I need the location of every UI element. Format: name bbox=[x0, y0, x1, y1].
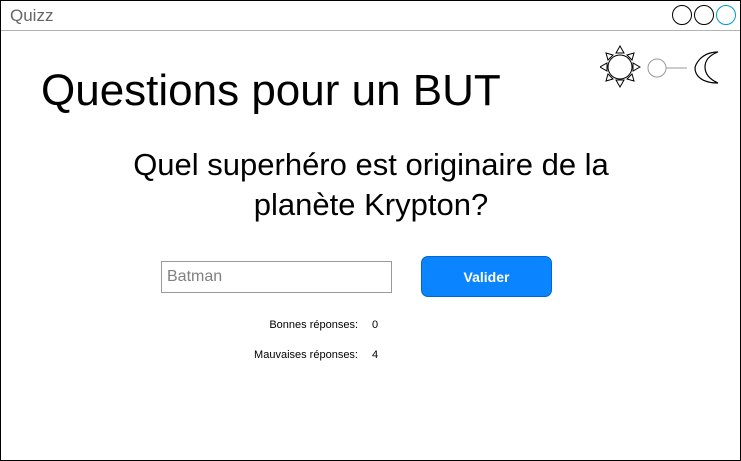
answer-input[interactable] bbox=[161, 261, 392, 293]
window-controls bbox=[672, 5, 736, 25]
app-window: Quizz Questions pour un BUT Quel superhé… bbox=[0, 0, 741, 461]
maximize-button[interactable] bbox=[694, 5, 714, 25]
close-button[interactable] bbox=[716, 5, 736, 25]
submit-button[interactable]: Valider bbox=[421, 256, 552, 297]
title-bar: Quizz bbox=[1, 1, 740, 31]
good-answers-label: Bonnes réponses: bbox=[269, 319, 358, 331]
bad-answers-label: Mauvaises réponses: bbox=[254, 349, 358, 361]
good-answers-value: 0 bbox=[372, 319, 379, 331]
window-title: Quizz bbox=[10, 6, 54, 25]
question-text: Quel superhéro est originaire de la plan… bbox=[133, 147, 609, 222]
moon-icon bbox=[694, 51, 719, 84]
minimize-button[interactable] bbox=[672, 5, 692, 25]
bad-answers-value: 4 bbox=[372, 349, 379, 361]
toggle-knob[interactable] bbox=[647, 58, 667, 78]
theme-toggle[interactable] bbox=[598, 44, 725, 89]
page-title: Questions pour un BUT bbox=[41, 66, 501, 115]
sun-icon bbox=[598, 44, 642, 89]
